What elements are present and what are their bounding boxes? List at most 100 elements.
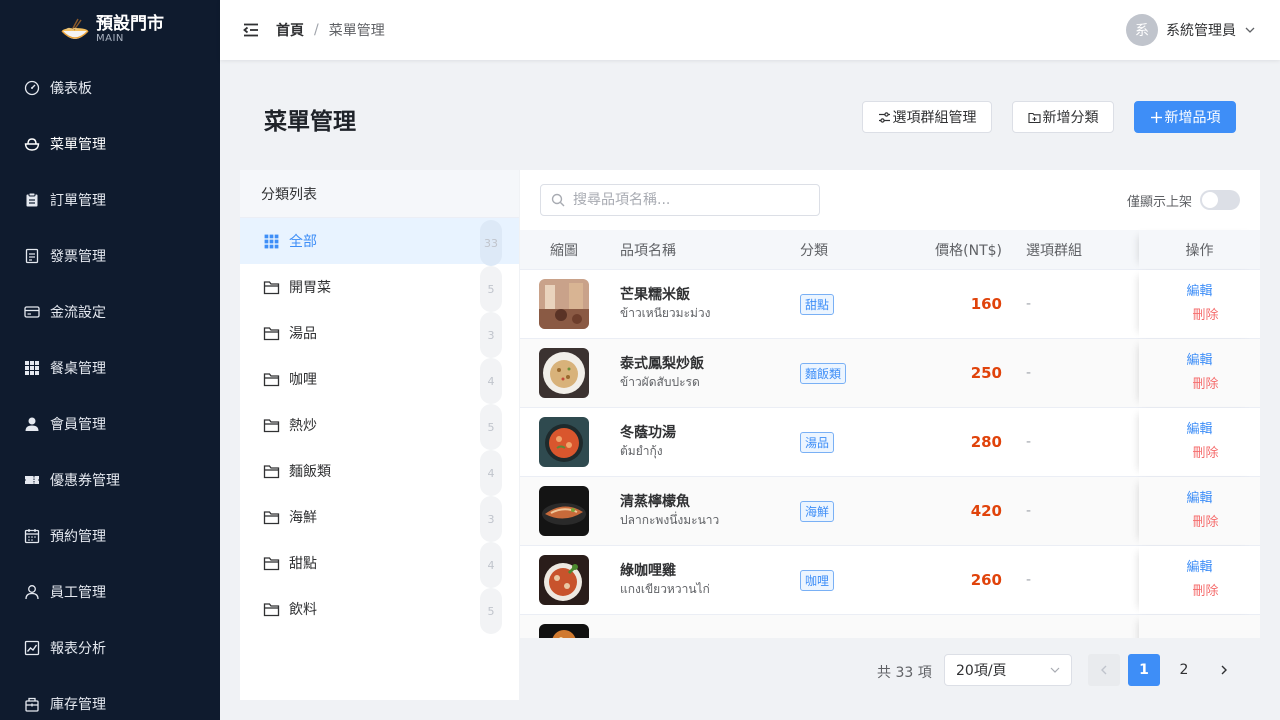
delete-button[interactable]: 刪除 [1180,580,1218,604]
category-item[interactable]: 開胃菜 5 [240,264,519,312]
item-name: 泰式鳳梨炒飯 [620,356,704,372]
item-option-groups: - [1026,365,1032,381]
sidebar-item-members[interactable]: 會員管理 [0,396,220,452]
item-name: 芒果糯米飯 [620,287,690,303]
breadcrumb-current: 菜單管理 [328,23,385,39]
delete-button[interactable]: 刪除 [1180,442,1218,466]
category-cell: 甜點 [788,293,888,315]
table-body: 芒果糯米飯 ข้าวเหนียวมะม่วง 甜點 160- 編輯 刪除 泰式鳳梨炒飯 ข้า… [520,270,1260,638]
category-item[interactable]: 海鮮 3 [240,494,519,542]
dish-thumbnail-image[interactable] [539,348,589,398]
thumbnail-cell [520,486,608,536]
category-tag: 湯品 [800,431,835,453]
sidebar-item-tables[interactable]: 餐桌管理 [0,340,220,396]
name-cell: 綠咖哩雞 แกงเขียวหวานไก่ [608,562,788,598]
user-icon [24,416,40,432]
category-item[interactable]: 熱炒 5 [240,402,519,450]
sidebar-item-label: 會員管理 [50,417,106,433]
grid-icon [24,360,40,376]
edit-button[interactable]: 編輯 [1186,487,1212,511]
next-page-button[interactable] [1208,654,1240,686]
user-menu[interactable]: 系 系統管理員 [1126,14,1256,46]
item-option-groups: - [1026,572,1032,588]
option-groups-button[interactable]: 選項群組管理 [862,101,992,133]
sidebar: 預設門市 MAIN 儀表板 菜單管理 訂單管理 發票管理 金流設定 餐桌管理 會… [0,0,220,720]
category-item[interactable]: 全部 33 [240,218,519,266]
edit-button[interactable]: 編輯 [1186,280,1212,304]
item-name-thai: ข้าวเหนียวมะม่วง [620,306,711,320]
folder-icon [263,371,280,388]
sidebar-item-invoices[interactable]: 發票管理 [0,228,220,284]
category-item[interactable]: 咖哩 4 [240,356,519,404]
sidebar-item-inventory[interactable]: 庫存管理 [0,676,220,720]
table-row: 冬蔭功湯 ต้มยำกุ้ง 湯品 280 - 編輯 刪除 [520,408,1260,477]
sidebar-item-label: 發票管理 [50,249,106,265]
category-item[interactable]: 麵飯類 4 [240,448,519,496]
sidebar-item-label: 預約管理 [50,529,106,545]
options-cell: - [1006,572,1136,588]
thumbnail-cell [520,417,608,467]
price-cell: 260 [888,571,1006,589]
price-cell: 420 [888,502,1006,520]
edit-button[interactable]: 編輯 [1186,637,1212,638]
dish-thumbnail-image[interactable] [539,279,589,329]
prev-page-button[interactable] [1088,654,1120,686]
column-header-category: 分類 [800,242,828,259]
thumbnail-cell [520,279,608,329]
item-option-groups: - [1026,434,1032,450]
page-title: 菜單管理 [264,109,356,135]
search-box[interactable] [540,184,820,216]
category-item[interactable]: 飲料 5 [240,586,519,634]
price-cell: 250 [888,364,1006,382]
page-size-select[interactable]: 20項/頁 [944,654,1072,686]
sidebar-item-dashboard[interactable]: 儀表板 [0,60,220,116]
sidebar-item-coupons[interactable]: 優惠券管理 [0,452,220,508]
search-input[interactable] [573,192,803,208]
edit-button[interactable]: 編輯 [1186,349,1212,373]
brand[interactable]: 預設門市 MAIN [0,0,220,60]
category-count-badge: 4 [480,358,502,404]
delete-button[interactable]: 刪除 [1180,304,1218,328]
category-tag: 麵飯類 [800,362,847,384]
sidebar-item-reports[interactable]: 報表分析 [0,620,220,676]
item-option-groups: - [1026,503,1032,519]
category-item[interactable]: 甜點 4 [240,540,519,588]
folder-icon [263,325,280,342]
noodle-bowl-logo-icon [61,18,89,39]
edit-button[interactable]: 編輯 [1186,556,1212,580]
category-list-title: 分類列表 [240,170,519,218]
page-size-value: 20項/頁 [956,663,1007,679]
edit-button[interactable]: 編輯 [1186,418,1212,442]
price-cell: 280 [888,433,1006,451]
sidebar-item-label: 餐桌管理 [50,361,106,377]
add-category-button[interactable]: 新增分類 [1012,101,1114,133]
sidebar-item-staff[interactable]: 員工管理 [0,564,220,620]
breadcrumb-home[interactable]: 首頁 [276,20,304,40]
user-name: 系統管理員 [1166,23,1236,39]
dish-thumbnail-image[interactable] [539,624,589,638]
actions-cell: 編輯 [1139,615,1260,638]
sidebar-item-menu[interactable]: 菜單管理 [0,116,220,172]
sidebar-item-reservations[interactable]: 預約管理 [0,508,220,564]
add-item-button[interactable]: 新增品項 [1134,101,1236,133]
category-item[interactable]: 湯品 3 [240,310,519,358]
dish-thumbnail-image[interactable] [539,417,589,467]
sidebar-item-label: 金流設定 [50,305,106,321]
folder-icon [263,555,280,572]
actions-cell: 編輯 刪除 [1139,477,1260,545]
page-1-button[interactable]: 1 [1128,654,1160,686]
sidebar-item-orders[interactable]: 訂單管理 [0,172,220,228]
actions-cell: 編輯 刪除 [1139,546,1260,614]
table-row: 芒果糯米飯 ข้าวเหนียวมะม่วง 甜點 160 - 編輯 刪除 [520,270,1260,339]
dish-thumbnail-image[interactable] [539,486,589,536]
sidebar-item-payment[interactable]: 金流設定 [0,284,220,340]
page-2-button[interactable]: 2 [1168,654,1200,686]
delete-button[interactable]: 刪除 [1180,373,1218,397]
active-only-toggle[interactable] [1200,190,1240,210]
category-label: 熱炒 [289,418,317,434]
ticket-icon [24,472,40,488]
column-header-image: 縮圖 [550,242,578,259]
dish-thumbnail-image[interactable] [539,555,589,605]
menu-fold-icon[interactable] [242,21,260,39]
delete-button[interactable]: 刪除 [1180,511,1218,535]
